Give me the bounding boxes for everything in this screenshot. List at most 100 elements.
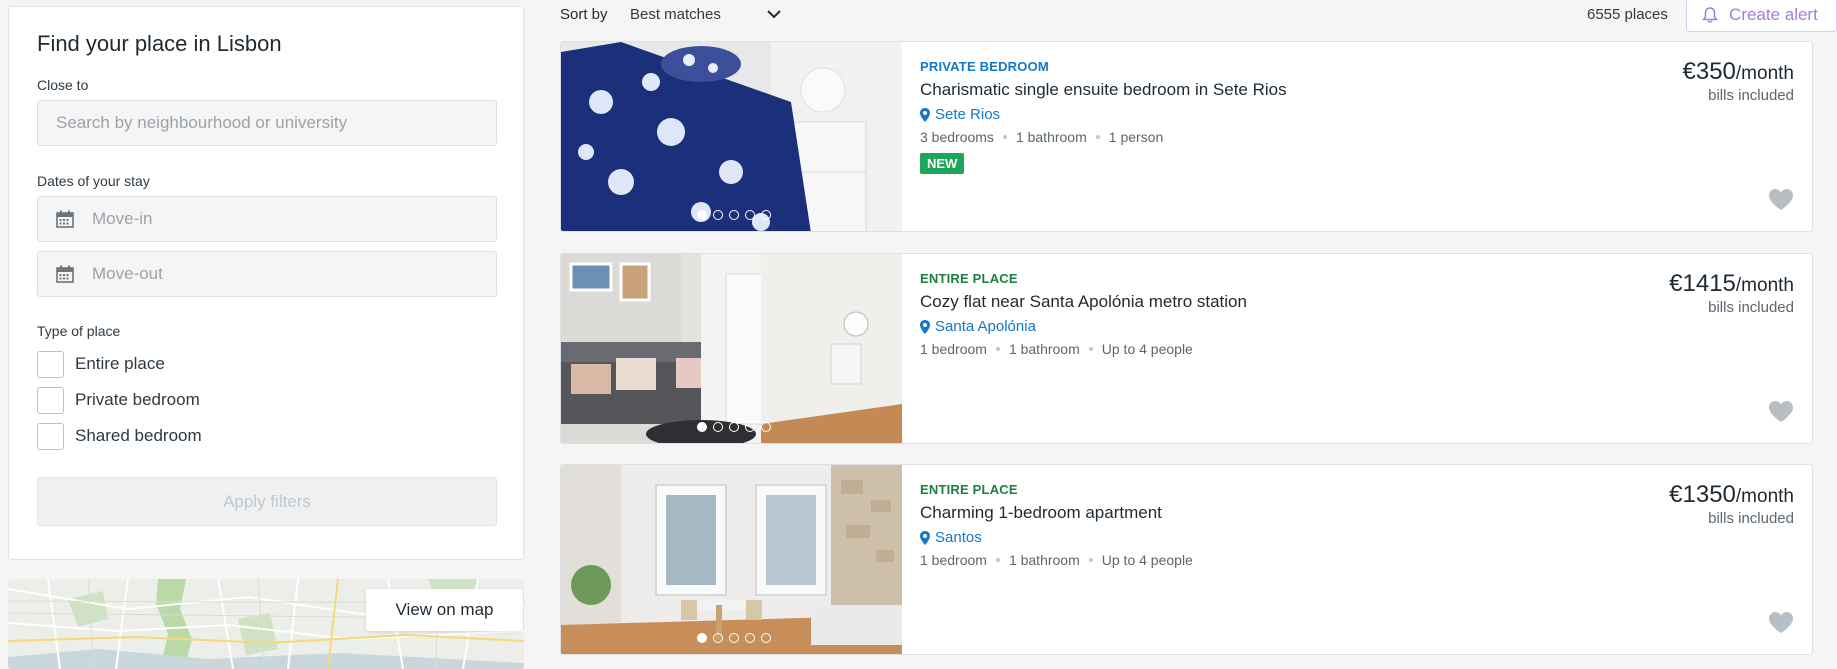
results-toolbar: Sort by Best matches 6555 places Create … bbox=[560, 0, 1837, 32]
view-on-map-button[interactable]: View on map bbox=[366, 589, 523, 631]
bathrooms-count: 1 bathroom bbox=[1008, 552, 1080, 568]
apply-filters-button[interactable]: Apply filters bbox=[37, 477, 497, 526]
shared-bedroom-checkbox[interactable] bbox=[37, 422, 64, 450]
close-to-label: Close to bbox=[37, 77, 89, 93]
bills-note: bills included bbox=[1708, 510, 1794, 527]
type-option-label: Shared bedroom bbox=[75, 426, 202, 445]
listing-facts: 1 bedroom 1 bathroom Up to 4 people bbox=[920, 341, 1247, 357]
listing-photo[interactable] bbox=[561, 42, 902, 231]
chevron-down-icon[interactable] bbox=[766, 6, 782, 22]
listing-facts: 3 bedrooms 1 bathroom 1 person bbox=[920, 129, 1287, 145]
create-alert-button[interactable]: Create alert bbox=[1686, 0, 1837, 32]
bedrooms-count: 3 bedrooms bbox=[920, 129, 994, 145]
carousel-dot[interactable] bbox=[729, 210, 739, 220]
map-preview[interactable]: View on map bbox=[8, 579, 524, 669]
price-period: /month bbox=[1735, 275, 1794, 296]
carousel-dot[interactable] bbox=[745, 210, 755, 220]
new-badge: NEW bbox=[920, 153, 965, 174]
results-count: 6555 places bbox=[1587, 6, 1668, 23]
search-input[interactable] bbox=[56, 113, 478, 133]
bedrooms-count: 1 bedroom bbox=[920, 341, 987, 357]
sort-label: Sort by bbox=[560, 6, 608, 23]
heart-icon[interactable] bbox=[1768, 400, 1794, 424]
listing-image bbox=[561, 42, 902, 231]
carousel-dot[interactable] bbox=[745, 633, 755, 643]
bedrooms-count: 1 bedroom bbox=[920, 552, 987, 568]
carousel-dot[interactable] bbox=[729, 422, 739, 432]
carousel-dot[interactable] bbox=[713, 422, 723, 432]
move-in-input[interactable] bbox=[92, 209, 478, 229]
bell-icon bbox=[1701, 7, 1719, 23]
type-option-shared-bedroom[interactable]: Shared bedroom bbox=[37, 418, 495, 454]
type-option-label: Entire place bbox=[75, 354, 165, 373]
carousel-dot[interactable] bbox=[697, 210, 707, 220]
map-pin-icon bbox=[920, 530, 930, 545]
carousel-dot[interactable] bbox=[697, 422, 707, 432]
type-option-entire-place[interactable]: Entire place bbox=[37, 346, 495, 382]
move-in-field[interactable] bbox=[37, 196, 497, 242]
listing-price: €1415/month bills included bbox=[1669, 270, 1794, 316]
photo-carousel-dots bbox=[697, 633, 771, 643]
listing-type: ENTIRE PLACE bbox=[920, 482, 1018, 497]
listing-card[interactable]: ENTIRE PLACE Charming 1-bedroom apartmen… bbox=[560, 464, 1813, 655]
move-out-field[interactable] bbox=[37, 251, 497, 297]
listing-image bbox=[561, 465, 902, 654]
type-option-private-bedroom[interactable]: Private bedroom bbox=[37, 382, 495, 418]
price-amount: €350 bbox=[1682, 58, 1736, 85]
listing-location[interactable]: Santos bbox=[920, 529, 1193, 546]
people-count: 1 person bbox=[1108, 129, 1164, 145]
price-period: /month bbox=[1735, 486, 1794, 507]
location-name: Santos bbox=[935, 529, 982, 546]
private-bedroom-checkbox[interactable] bbox=[37, 386, 64, 414]
dates-label: Dates of your stay bbox=[37, 173, 150, 189]
heart-icon[interactable] bbox=[1768, 188, 1794, 212]
listing-card[interactable]: PRIVATE BEDROOM Charismatic single ensui… bbox=[560, 41, 1813, 232]
bathrooms-count: 1 bathroom bbox=[1008, 341, 1080, 357]
listing-title[interactable]: Cozy flat near Santa Apolónia metro stat… bbox=[920, 292, 1247, 312]
bills-note: bills included bbox=[1708, 87, 1794, 104]
calendar-icon bbox=[56, 265, 74, 283]
price-amount: €1415 bbox=[1669, 270, 1736, 297]
carousel-dot[interactable] bbox=[713, 210, 723, 220]
filter-title: Find your place in Lisbon bbox=[37, 31, 282, 56]
listing-price: €350/month bills included bbox=[1683, 58, 1794, 104]
map-pin-icon bbox=[920, 319, 930, 334]
move-out-input[interactable] bbox=[92, 264, 478, 284]
listing-type: ENTIRE PLACE bbox=[920, 271, 1018, 286]
type-option-label: Private bedroom bbox=[75, 390, 200, 409]
map-pin-icon bbox=[920, 107, 930, 122]
listing-title[interactable]: Charming 1-bedroom apartment bbox=[920, 503, 1193, 523]
location-name: Sete Rios bbox=[935, 106, 1001, 123]
price-amount: €1350 bbox=[1669, 481, 1736, 508]
photo-carousel-dots bbox=[697, 422, 771, 432]
listing-info: ENTIRE PLACE Charming 1-bedroom apartmen… bbox=[920, 482, 1193, 568]
listing-location[interactable]: Santa Apolónia bbox=[920, 318, 1247, 335]
listing-type: PRIVATE BEDROOM bbox=[920, 59, 1049, 74]
listing-image bbox=[561, 254, 902, 443]
people-count: Up to 4 people bbox=[1101, 341, 1193, 357]
filter-panel: Find your place in Lisbon Close to Dates… bbox=[8, 6, 524, 560]
carousel-dot[interactable] bbox=[697, 633, 707, 643]
people-count: Up to 4 people bbox=[1101, 552, 1193, 568]
bathrooms-count: 1 bathroom bbox=[1015, 129, 1087, 145]
listing-facts: 1 bedroom 1 bathroom Up to 4 people bbox=[920, 552, 1193, 568]
carousel-dot[interactable] bbox=[761, 633, 771, 643]
price-period: /month bbox=[1735, 63, 1794, 84]
heart-icon[interactable] bbox=[1768, 611, 1794, 635]
listing-title[interactable]: Charismatic single ensuite bedroom in Se… bbox=[920, 80, 1287, 100]
search-field[interactable] bbox=[37, 100, 497, 146]
listing-photo[interactable] bbox=[561, 465, 902, 654]
sort-select[interactable]: Best matches bbox=[630, 6, 721, 23]
listing-location[interactable]: Sete Rios bbox=[920, 106, 1287, 123]
listing-info: PRIVATE BEDROOM Charismatic single ensui… bbox=[920, 59, 1287, 174]
carousel-dot[interactable] bbox=[745, 422, 755, 432]
listing-photo[interactable] bbox=[561, 254, 902, 443]
carousel-dot[interactable] bbox=[713, 633, 723, 643]
entire-place-checkbox[interactable] bbox=[37, 350, 64, 378]
listing-card[interactable]: ENTIRE PLACE Cozy flat near Santa Apolón… bbox=[560, 253, 1813, 444]
carousel-dot[interactable] bbox=[761, 210, 771, 220]
listing-info: ENTIRE PLACE Cozy flat near Santa Apolón… bbox=[920, 271, 1247, 357]
carousel-dot[interactable] bbox=[761, 422, 771, 432]
carousel-dot[interactable] bbox=[729, 633, 739, 643]
listing-price: €1350/month bills included bbox=[1669, 481, 1794, 527]
